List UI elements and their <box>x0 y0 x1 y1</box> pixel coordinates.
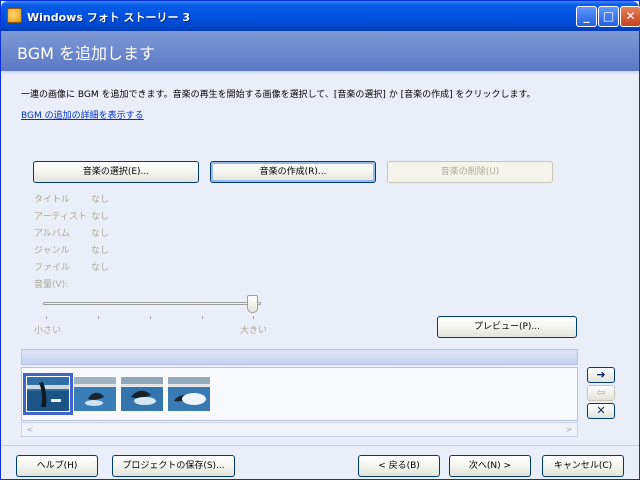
filmstrip[interactable] <box>21 367 578 421</box>
volume-max-label: 大きい <box>240 326 268 336</box>
close-button[interactable]: ✕ <box>620 6 640 27</box>
title-label: タイトル <box>34 195 71 205</box>
app-icon <box>7 8 22 23</box>
details-link[interactable]: BGM の追加の詳細を表示する <box>21 108 144 121</box>
minimize-button[interactable]: _ <box>576 6 597 27</box>
artist-value: なし <box>91 212 110 222</box>
filmstrip-scrollbar[interactable]: < > <box>21 422 578 437</box>
title-value: なし <box>91 195 110 205</box>
volume-tick <box>98 316 99 319</box>
thumbnail-dolphin-1[interactable] <box>23 373 73 415</box>
volume-min-label: 小さい <box>34 326 62 336</box>
instruction-text: 一連の画像に BGM を追加できます。音楽の再生を開始する画像を選択して、[音楽… <box>21 90 536 100</box>
thumbnail-dolphin-2[interactable] <box>73 376 117 412</box>
volume-slider-track[interactable] <box>43 302 261 305</box>
move-right-button[interactable]: ➜ <box>587 367 615 383</box>
thumbnail-dolphin-4[interactable] <box>167 376 211 412</box>
volume-tick <box>150 316 151 319</box>
header-divider <box>1 71 639 75</box>
scroll-left-arrow[interactable]: < <box>24 424 36 435</box>
footer-divider <box>1 445 639 446</box>
album-value: なし <box>91 229 110 239</box>
album-label: アルバム <box>34 229 70 239</box>
dolphin-photo-icon <box>27 377 69 411</box>
volume-tick <box>253 316 254 319</box>
move-left-button[interactable]: ⇦ <box>587 385 615 401</box>
select-music-button[interactable]: 音楽の選択(E)... <box>33 161 199 183</box>
page-header: BGM を追加します <box>1 31 639 71</box>
dolphin-photo-icon <box>74 377 116 411</box>
delete-picture-button[interactable]: ✕ <box>587 403 615 419</box>
page-title: BGM を追加します <box>17 44 155 63</box>
file-value: なし <box>91 263 110 273</box>
photo-story-window: Windows フォト ストーリー 3 _ □ ✕ BGM を追加します 一連の… <box>0 0 640 480</box>
genre-label: ジャンル <box>34 246 70 256</box>
delete-music-button[interactable]: 音楽の削除(U) <box>387 161 553 183</box>
genre-value: なし <box>91 246 110 256</box>
create-music-button[interactable]: 音楽の作成(R)... <box>210 161 376 183</box>
timeline-music-bar <box>21 349 578 365</box>
title-bar[interactable]: Windows フォト ストーリー 3 _ □ ✕ <box>1 1 640 31</box>
window-title: Windows フォト ストーリー 3 <box>27 11 191 24</box>
maximize-button[interactable]: □ <box>598 6 619 27</box>
artist-label: アーティスト <box>34 212 87 222</box>
help-button[interactable]: ヘルプ(H) <box>16 455 98 477</box>
volume-slider-thumb[interactable] <box>247 295 258 313</box>
back-button[interactable]: < 戻る(B) <box>358 455 440 477</box>
next-button[interactable]: 次へ(N) > <box>449 455 531 477</box>
cancel-button[interactable]: キャンセル(C) <box>542 455 624 477</box>
thumbnail-dolphin-3[interactable] <box>120 376 164 412</box>
save-project-button[interactable]: プロジェクトの保存(S)... <box>112 455 235 477</box>
volume-label: 音量(V): <box>34 280 69 290</box>
volume-tick <box>202 316 203 319</box>
file-label: ファイル <box>34 263 71 273</box>
preview-button[interactable]: プレビュー(P)... <box>437 316 577 338</box>
dolphin-photo-icon <box>168 377 210 411</box>
dolphin-photo-icon <box>121 377 163 411</box>
scroll-right-arrow[interactable]: > <box>563 424 575 435</box>
volume-tick <box>46 316 47 319</box>
